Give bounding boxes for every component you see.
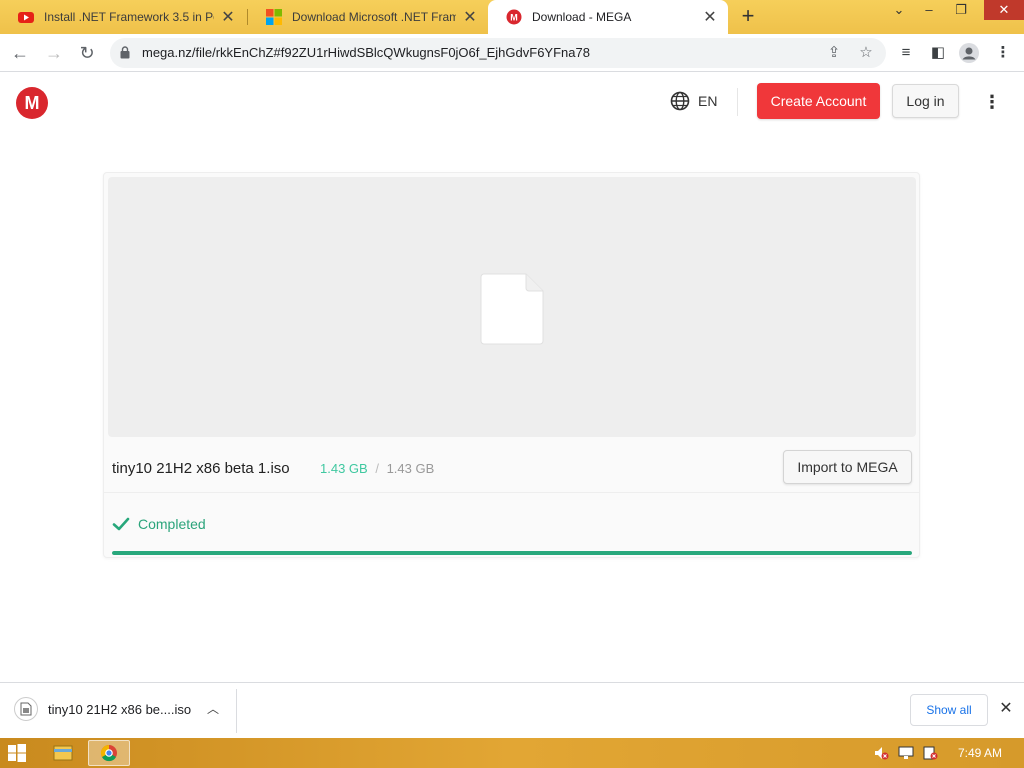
tab-youtube[interactable]: Install .NET Framework 3.5 in Pocket ✕	[0, 0, 246, 34]
progress-bar	[112, 551, 912, 555]
total-size: 1.43 GB	[386, 461, 435, 476]
download-status: Completed	[138, 516, 206, 532]
tab-title: Download - MEGA	[532, 10, 632, 24]
language-selector[interactable]: EN	[670, 91, 717, 111]
share-icon[interactable]: ⇪	[824, 43, 844, 63]
youtube-icon	[18, 12, 34, 23]
svg-text:M: M	[510, 13, 518, 23]
profile-avatar-icon[interactable]	[958, 42, 980, 64]
address-bar[interactable]: mega.nz/file/rkkEnChZ#f92ZU1rHiwdSBlcQWk…	[110, 38, 886, 68]
file-preview	[108, 177, 916, 437]
url-text: mega.nz/file/rkkEnChZ#f92ZU1rHiwdSBlcQWk…	[142, 45, 590, 60]
download-shelf: tiny10 21H2 x86 be....iso ︿ Show all ✕	[0, 682, 1024, 738]
action-center-icon[interactable]	[922, 745, 938, 761]
windows-start-icon[interactable]	[8, 744, 26, 762]
download-status-row: Completed	[104, 494, 919, 558]
network-icon[interactable]	[898, 745, 914, 761]
download-item[interactable]: tiny10 21H2 x86 be....iso	[14, 697, 191, 721]
taskbar-clock[interactable]: 7:49 AM	[958, 746, 1002, 760]
close-tab-icon[interactable]: ✕	[220, 7, 236, 27]
lock-icon	[120, 46, 130, 59]
create-account-button[interactable]: Create Account	[757, 83, 880, 119]
download-file-icon	[14, 697, 38, 721]
progress-fill	[112, 551, 912, 555]
download-divider	[236, 689, 237, 733]
back-icon[interactable]: ←	[8, 41, 32, 65]
tab-mega[interactable]: M Download - MEGA ✕	[488, 0, 728, 34]
mega-logo[interactable]: M	[16, 87, 48, 119]
file-explorer-icon[interactable]	[42, 740, 84, 766]
tab-search-icon[interactable]: ⌄	[884, 0, 914, 20]
checkmark-icon	[112, 517, 130, 531]
close-tab-icon[interactable]: ✕	[702, 7, 718, 27]
restore-icon[interactable]: ❐	[946, 0, 976, 20]
volume-muted-icon[interactable]	[873, 745, 889, 761]
close-shelf-icon[interactable]: ✕	[996, 697, 1016, 721]
tab-title: Download Microsoft .NET Framework	[292, 10, 456, 24]
forward-icon[interactable]: →	[42, 41, 66, 65]
mega-icon: M	[506, 9, 522, 25]
header-divider	[737, 88, 738, 116]
microsoft-icon	[266, 9, 282, 25]
reload-icon[interactable]: ↻	[75, 41, 99, 65]
file-info-row: tiny10 21H2 x86 beta 1.iso 1.43 GB / 1.4…	[104, 441, 919, 493]
minimize-icon[interactable]: –	[914, 0, 944, 20]
globe-icon	[670, 91, 690, 111]
file-size: 1.43 GB / 1.43 GB	[320, 461, 434, 476]
file-icon	[480, 273, 544, 345]
language-label: EN	[698, 93, 718, 109]
close-tab-icon[interactable]: ✕	[462, 7, 478, 27]
downloaded-size: 1.43 GB	[320, 461, 368, 476]
download-item-name: tiny10 21H2 x86 be....iso	[48, 701, 192, 717]
tab-microsoft[interactable]: Download Microsoft .NET Framework ✕	[248, 0, 488, 34]
show-all-button[interactable]: Show all	[910, 694, 988, 726]
reading-list-icon[interactable]: ≡	[895, 42, 917, 64]
size-separator: /	[375, 461, 379, 476]
file-card: tiny10 21H2 x86 beta 1.iso 1.43 GB / 1.4…	[103, 172, 920, 558]
new-tab-icon[interactable]: +	[736, 5, 760, 29]
more-menu-icon[interactable]: ⋮	[982, 92, 1002, 112]
tab-title: Install .NET Framework 3.5 in Pocket	[44, 10, 214, 24]
windows-taskbar: 7:49 AM	[0, 738, 1024, 768]
chrome-menu-icon[interactable]: ⋮	[992, 42, 1014, 64]
import-to-mega-button[interactable]: Import to MEGA	[783, 450, 912, 484]
bookmark-star-icon[interactable]: ☆	[856, 43, 876, 63]
login-button[interactable]: Log in	[892, 84, 959, 118]
chrome-taskbar-icon[interactable]	[88, 740, 130, 766]
close-window-icon[interactable]: ✕	[984, 0, 1024, 20]
side-panel-icon[interactable]: ◧	[927, 42, 949, 64]
file-name: tiny10 21H2 x86 beta 1.iso	[112, 460, 290, 477]
browser-toolbar: ← → ↻ mega.nz/file/rkkEnChZ#f92ZU1rHiwdS…	[0, 34, 1024, 72]
tab-strip: Install .NET Framework 3.5 in Pocket ✕ D…	[0, 0, 1024, 34]
chevron-up-icon[interactable]: ︿	[204, 700, 222, 718]
